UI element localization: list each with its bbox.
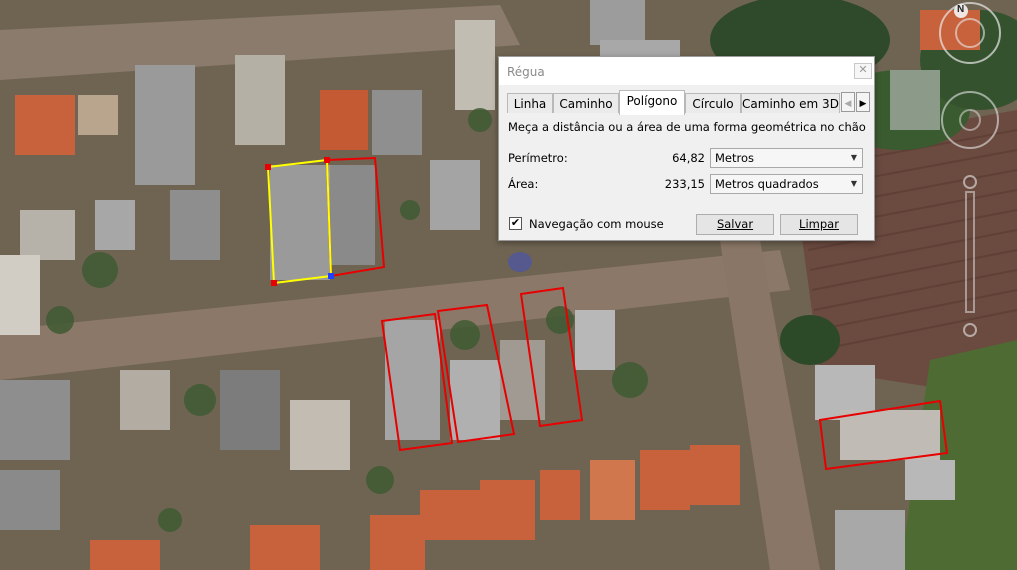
mouse-navigation-label: Navegação com mouse: [529, 217, 664, 231]
area-unit-select[interactable]: Metros quadrados ▼: [710, 174, 863, 194]
tab-caminho-3d[interactable]: Caminho em 3D: [741, 93, 840, 113]
description-text: Meça a distância ou a área de uma forma …: [508, 120, 866, 134]
tab-caminho[interactable]: Caminho: [553, 93, 619, 113]
perimeter-unit-value: Metros: [715, 151, 755, 165]
compass-north-label: N: [957, 4, 965, 15]
save-button[interactable]: Salvar: [696, 214, 774, 235]
perimeter-label: Perímetro:: [508, 151, 568, 165]
save-button-label: Salvar: [716, 217, 754, 231]
tab-poligono[interactable]: Polígono: [619, 90, 685, 115]
chevron-left-icon[interactable]: ◀: [841, 92, 855, 112]
mouse-navigation-checkbox[interactable]: ✔: [509, 217, 522, 230]
perimeter-unit-select[interactable]: Metros ▼: [710, 148, 863, 168]
clear-button[interactable]: Limpar: [780, 214, 858, 235]
area-label: Área:: [508, 177, 539, 191]
area-unit-value: Metros quadrados: [715, 177, 819, 191]
clear-button-label: Limpar: [799, 217, 839, 231]
tab-linha[interactable]: Linha: [507, 93, 553, 113]
chevron-down-icon: ▼: [850, 179, 857, 188]
chevron-down-icon: ▼: [850, 153, 857, 162]
perimeter-value: 64,82: [672, 151, 705, 165]
area-value: 233,15: [664, 177, 705, 191]
dialog-title: Régua: [507, 65, 545, 79]
tab-bar: Linha Caminho Polígono Círculo Caminho e…: [503, 90, 870, 115]
ruler-dialog: Régua ✕ Linha Caminho Polígono Círculo C…: [498, 56, 875, 241]
tab-circulo[interactable]: Círculo: [685, 93, 741, 113]
chevron-right-icon[interactable]: ▶: [856, 92, 870, 112]
close-icon[interactable]: ✕: [854, 63, 872, 79]
dialog-titlebar[interactable]: Régua ✕: [499, 57, 874, 85]
